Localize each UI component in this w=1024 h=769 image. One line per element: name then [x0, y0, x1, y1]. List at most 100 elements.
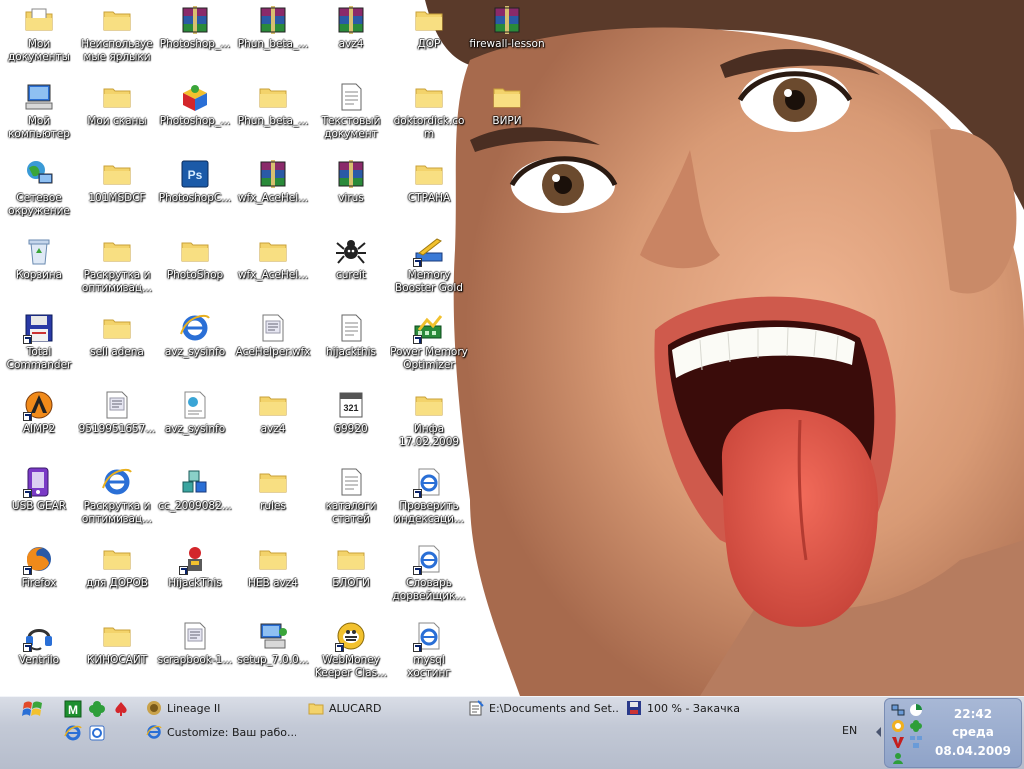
desktop-icon[interactable]: Раскрутка и оптимизац...	[78, 462, 156, 536]
desktop-icon[interactable]: 9519951657...	[78, 385, 156, 459]
messenger-icon[interactable]	[891, 751, 905, 765]
winrar-archive-icon	[335, 158, 367, 190]
antivirus-v-icon[interactable]	[891, 735, 905, 749]
desktop-icon[interactable]: virus	[312, 154, 390, 228]
desktop-icon[interactable]: Ventrilo	[0, 616, 78, 690]
desktop-icon[interactable]: БЛОГИ	[312, 539, 390, 613]
file-icon	[101, 389, 133, 421]
desktop-icon[interactable]: avz_sysinfo	[156, 308, 234, 382]
desktop-icon[interactable]: 321 69920	[312, 385, 390, 459]
clover-tray-icon[interactable]	[909, 719, 923, 733]
folder-icon	[101, 4, 133, 36]
tray-expand-arrow-icon[interactable]	[876, 727, 881, 737]
desktop-icon[interactable]: ДОР	[390, 0, 468, 74]
network-icon[interactable]	[891, 703, 905, 717]
desktop-icon[interactable]: scrapbook-1...	[156, 616, 234, 690]
desktop-icon[interactable]: Раскрутка и оптимизац...	[78, 231, 156, 305]
desktop-icon[interactable]: 101MSDCF	[78, 154, 156, 228]
desktop-icon[interactable]: Сетевое окружение	[0, 154, 78, 228]
svg-text:321: 321	[343, 403, 358, 413]
spade-icon[interactable]	[112, 700, 130, 718]
desktop-icon[interactable]: НЕВ avz4	[234, 539, 312, 613]
desktop-icon[interactable]: Словарь дорвейщик...	[390, 539, 468, 613]
desktop-icon[interactable]: setup_7.0.0...	[234, 616, 312, 690]
clock-day[interactable]: среда	[929, 725, 1017, 739]
taskbar-button-download[interactable]: 100 % - Закачка	[626, 697, 776, 719]
desktop-icon[interactable]: rules	[234, 462, 312, 536]
cubes-icon	[179, 466, 211, 498]
desktop-icon[interactable]: Ps PhotoshopC...	[156, 154, 234, 228]
desktop-icon-label: Проверить индексаци...	[394, 500, 464, 525]
desktop-icon[interactable]: Проверить индексаци...	[390, 462, 468, 536]
desktop-icon[interactable]: Total Commander	[0, 308, 78, 382]
desktop-icon[interactable]: Мой компьютер	[0, 77, 78, 151]
desktop-icon[interactable]: Firefox	[0, 539, 78, 613]
desktop-icon[interactable]: avz_sysinfo	[156, 385, 234, 459]
taskbar-button-customize[interactable]: Customize: Ваш рабо...	[146, 721, 296, 743]
desktop-icon[interactable]: avz4	[312, 0, 390, 74]
desktop-icon-label: AIMP2	[22, 423, 56, 435]
desktop-icon[interactable]: WebMoney Keeper Clas...	[312, 616, 390, 690]
desktop-icon[interactable]: каталоги статей	[312, 462, 390, 536]
desktop-icon-label: БЛОГИ	[332, 577, 370, 589]
desktop-icon[interactable]: AceHelper.wfx	[234, 308, 312, 382]
windows-flag-icon[interactable]	[22, 700, 44, 720]
desktop-icon[interactable]: wfx_AceHel...	[234, 231, 312, 305]
desktop-icon[interactable]: Memory Booster Gold	[390, 231, 468, 305]
desktop-icon[interactable]: doktordick.com	[390, 77, 468, 151]
taskbar-button-alucard[interactable]: ALUCARD	[308, 697, 458, 719]
desktop-icon[interactable]: wfx_AceHel...	[234, 154, 312, 228]
pie-chart-icon[interactable]	[909, 703, 923, 717]
desktop-icon[interactable]: Power Memory Optimizer	[390, 308, 468, 382]
clock-date[interactable]: 08.04.2009	[929, 744, 1017, 758]
folder-documents-icon	[23, 4, 55, 36]
desktop-icon[interactable]: Неиспользуемые ярлыки	[78, 0, 156, 74]
language-indicator[interactable]: EN	[842, 724, 857, 737]
taskbar-button-lineage[interactable]: Lineage II	[146, 697, 296, 719]
folder-icon	[101, 620, 133, 652]
ie-edit-icon[interactable]	[88, 724, 106, 742]
desktop-icon[interactable]: Мои документы	[0, 0, 78, 74]
internet-explorer-icon[interactable]	[64, 724, 82, 742]
security-icon[interactable]	[891, 719, 905, 733]
desktop-icon-label: Раскрутка и оптимизац...	[81, 500, 153, 525]
desktop-icon[interactable]: Photoshop_...	[156, 0, 234, 74]
desktop-icon-label: Photoshop_...	[159, 115, 231, 127]
desktop-icon[interactable]: HijackThis	[156, 539, 234, 613]
desktop-icon-label: Текстовый документ	[321, 115, 381, 140]
desktop-icon[interactable]: ВИРИ	[468, 77, 546, 151]
taskbar-button-label: 100 % - Закачка	[647, 701, 740, 715]
desktop-icon-label: Корзина	[15, 269, 63, 281]
desktop-icon[interactable]: PhotoShop	[156, 231, 234, 305]
taskbar-button-documents[interactable]: E:\Documents and Set...	[468, 697, 618, 719]
folder-icon	[308, 700, 324, 716]
green-m-icon[interactable]: M	[64, 700, 82, 718]
desktop-icon[interactable]: КИНОСАЙТ	[78, 616, 156, 690]
desktop-icon[interactable]: Photoshop_...	[156, 77, 234, 151]
clover-icon[interactable]	[88, 700, 106, 718]
desktop-icon[interactable]: СТРАНА	[390, 154, 468, 228]
download-icon	[626, 700, 642, 716]
desktop-icon[interactable]: sell adena	[78, 308, 156, 382]
desktop-icon[interactable]: firewall-lesson	[468, 0, 546, 74]
desktop-icon[interactable]: Инфа 17.02.2009	[390, 385, 468, 459]
desktop-icon[interactable]: AIMP2	[0, 385, 78, 459]
desktop-icon[interactable]: Мои сканы	[78, 77, 156, 151]
desktop-icon-label: firewall-lesson	[469, 38, 545, 50]
desktop-icon-label: virus	[338, 192, 364, 204]
network-connections-icon[interactable]	[909, 735, 923, 749]
desktop-icon[interactable]: Текстовый документ	[312, 77, 390, 151]
taskbar-button-label: ALUCARD	[329, 701, 382, 715]
desktop-icon[interactable]: Phun_beta_...	[234, 77, 312, 151]
desktop-icon[interactable]: avz4	[234, 385, 312, 459]
desktop-icon[interactable]: Phun_beta_...	[234, 0, 312, 74]
desktop-icon[interactable]: cc_2009082...	[156, 462, 234, 536]
desktop-icon[interactable]: USB GEAR	[0, 462, 78, 536]
desktop-icon[interactable]: mysql хостинг тарифные п...	[390, 616, 468, 690]
clock-time[interactable]: 22:42	[929, 707, 1017, 721]
desktop-icon[interactable]: Корзина	[0, 231, 78, 305]
desktop-icon[interactable]: hijackthis	[312, 308, 390, 382]
desktop-icon[interactable]: для ДОРОВ	[78, 539, 156, 613]
system-tray: 22:42 среда 08.04.2009	[884, 698, 1022, 768]
desktop-icon[interactable]: cureit	[312, 231, 390, 305]
